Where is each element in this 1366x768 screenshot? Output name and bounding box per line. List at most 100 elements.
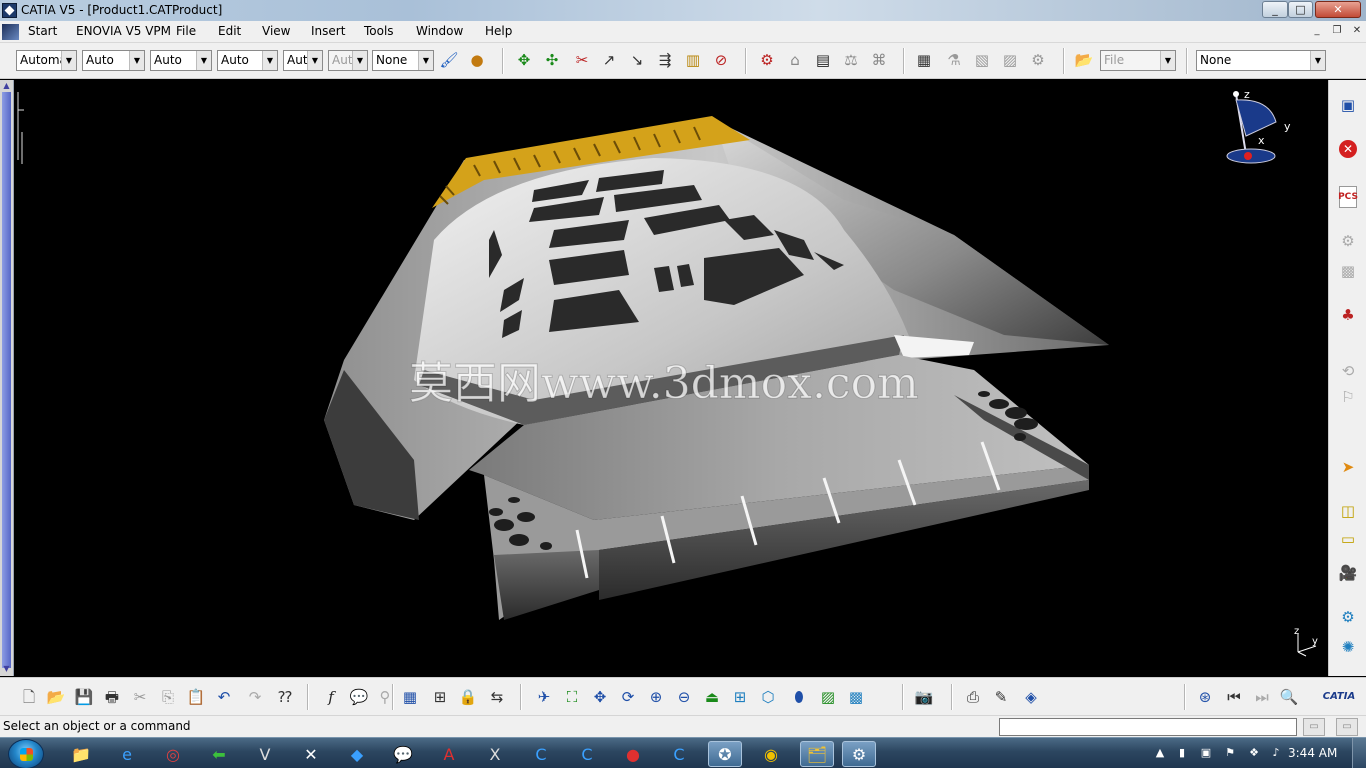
paste-icon[interactable]: 📋 [185,686,207,708]
close-button[interactable]: ✕ [1315,1,1361,18]
sequence-icon[interactable]: ▨ [999,49,1021,71]
spec-tree-stub[interactable] [17,92,24,164]
apply-material-icon[interactable]: ● [466,49,488,71]
catalog-icon[interactable]: ▦ [399,686,421,708]
menu-insert[interactable]: Insert [311,24,345,38]
fit-all-icon[interactable]: ⛶ [561,686,583,708]
first-icon[interactable]: ⏮ [1223,686,1245,708]
scroll-thumb[interactable] [2,92,11,668]
c-app-icon-2[interactable]: C [570,741,604,767]
target-icon[interactable]: ⊛ [1194,686,1216,708]
x-app-icon[interactable]: X [478,741,512,767]
fast-multi-instantiation-icon[interactable]: ⚙ [1337,606,1359,628]
ie-icon[interactable]: e [110,741,144,767]
search-icon[interactable]: 🔍 [1278,686,1300,708]
publish-icon[interactable]: ⎙ [962,686,984,708]
catalog-browser-icon[interactable]: ⚙ [756,49,778,71]
pan-icon[interactable]: ✥ [589,686,611,708]
menu-tools[interactable]: Tools [364,24,394,38]
move-icon[interactable]: ✥ [513,49,535,71]
rotate-icon[interactable]: ⟳ [617,686,639,708]
color-combo[interactable]: Automatic ▼ [16,50,77,71]
box-icon[interactable]: ◫ [1337,500,1359,522]
device-icon[interactable]: ▣ [1198,745,1214,761]
rotate-manipulation-icon[interactable]: ✣ [541,49,563,71]
linetype-combo[interactable]: Auto ▼ [217,50,278,71]
iso-view-icon[interactable]: ⬡ [757,686,779,708]
pinyin-icon[interactable]: ✕ [294,741,328,767]
track-icon[interactable]: ▧ [971,49,993,71]
dropbox-icon[interactable]: ❖ [1246,745,1262,761]
minimize-button[interactable]: _ [1262,1,1288,18]
distance-analysis-icon[interactable]: ⌂ [784,49,806,71]
vpn-icon[interactable]: V [248,741,282,767]
copy-icon[interactable]: ⎘ [157,686,179,708]
layer-combo[interactable]: None ▼ [372,50,434,71]
power-input-field[interactable] [999,718,1297,736]
simulation-icon[interactable]: ⚗ [943,49,965,71]
menu-edit[interactable]: Edit [218,24,241,38]
update-icon[interactable]: ✺ [1337,636,1359,658]
show-desktop-button[interactable] [1352,738,1366,768]
shading-icon[interactable]: ⬮ [788,686,810,708]
multi-view-icon[interactable]: ⊞ [729,686,751,708]
save-icon[interactable]: 💾 [73,686,95,708]
sequence-edit-icon[interactable]: ⚙ [1027,49,1049,71]
c-app-icon-3[interactable]: C [662,741,696,767]
constraints-icon[interactable]: ⚖ [840,49,862,71]
menu-help[interactable]: Help [485,24,512,38]
c-app-icon-1[interactable]: C [524,741,558,767]
catia-task-icon[interactable]: ✪ [708,741,742,767]
open-icon[interactable]: 📂 [45,686,67,708]
formula-icon[interactable]: f [320,686,342,708]
taskbar-clock[interactable]: 3:44 AM [1288,746,1337,760]
network-icon[interactable]: ▮ [1174,745,1190,761]
media-icon[interactable]: ● [616,741,650,767]
line-thickness-combo[interactable]: Auto ▼ [150,50,212,71]
redo-icon[interactable]: ↷ [244,686,266,708]
maximize-button[interactable]: □ [1288,1,1313,18]
clash-icon[interactable]: ⇶ [654,49,676,71]
measure-icon[interactable]: ⊘ [710,49,732,71]
start-button[interactable] [8,739,44,768]
spec-tree-scrollbar[interactable]: ▲ ▼ [0,80,14,676]
last-icon[interactable]: ⏭ [1251,686,1273,708]
volume-icon[interactable]: ♪ [1268,745,1284,761]
lock-icon[interactable]: 🔒 [457,686,479,708]
fly-mode-icon[interactable]: ✈ [533,686,555,708]
snap-icon[interactable]: ✂ [571,49,593,71]
view-icon[interactable]: ▭ [1337,528,1359,550]
filter-combo[interactable]: None ▼ [1196,50,1326,71]
pan-tree-icon[interactable]: ⇆ [486,686,508,708]
transparency-combo[interactable]: Auto ▼ [82,50,145,71]
cancel-red-icon[interactable]: ✕ [1339,140,1357,158]
replace-component-icon[interactable]: ⟲ [1337,360,1359,382]
menu-window[interactable]: Window [416,24,463,38]
hide-show-icon[interactable]: ▨ [817,686,839,708]
desk-icon[interactable]: ▣ [1337,94,1359,116]
existing-component-icon[interactable]: ♣ [1337,304,1359,326]
swap-visible-space-icon[interactable]: ▩ [845,686,867,708]
catia-v5-task-icon[interactable]: ⚙ [842,741,876,767]
folder-task-icon[interactable]: 🗂 [800,741,834,767]
print-icon[interactable]: 🖶 [101,686,123,708]
select-arrow-icon[interactable]: ➤ [1337,456,1359,478]
doc-restore-button[interactable]: ❐ [1328,24,1346,39]
menu-start[interactable]: Start [28,24,57,38]
camera-icon[interactable]: 🎥 [1337,562,1359,584]
acrobat-icon[interactable]: A [432,741,466,767]
open-folder-icon[interactable]: 📂 [1073,49,1095,71]
capture-icon[interactable]: 📷 [913,686,935,708]
flag-icon[interactable]: ⚑ [1222,745,1238,761]
scenes-icon[interactable]: ▦ [913,49,935,71]
tree-icon[interactable]: ⊞ [429,686,451,708]
chat-icon[interactable]: 💬 [386,741,420,767]
box-app-icon[interactable]: ◆ [340,741,374,767]
3d-viewport[interactable]: 莫西网www.3dmox.com z y x z y [14,80,1327,676]
doc-close-button[interactable]: ✕ [1348,24,1366,39]
tray-expand-icon[interactable]: ▲ [1152,745,1168,761]
cut-icon[interactable]: ✂ [129,686,151,708]
scroll-up-icon[interactable]: ▲ [2,81,11,91]
chrome-icon[interactable]: ◉ [754,741,788,767]
normal-view-icon[interactable]: ⏏ [701,686,723,708]
